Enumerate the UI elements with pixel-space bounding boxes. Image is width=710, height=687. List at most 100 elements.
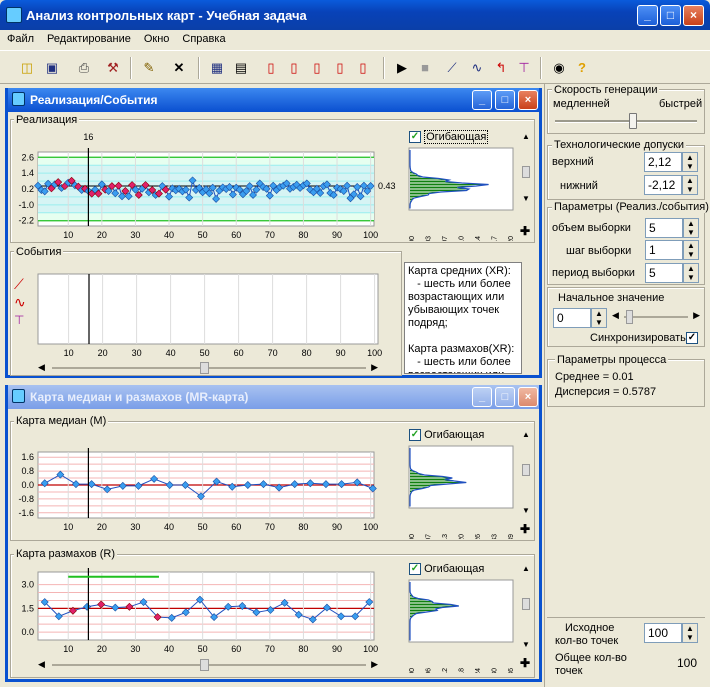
lower-tolerance-spinner[interactable]: ▲ ▼ xyxy=(682,175,698,195)
scroll-right-icon[interactable]: ▶ xyxy=(371,362,378,373)
sample-size-spinner[interactable]: ▲ ▼ xyxy=(683,218,699,238)
scroll-thumb[interactable] xyxy=(522,166,530,178)
histogram-tick-label: 0.36 xyxy=(508,668,515,673)
move-cross-icon[interactable]: ✚ xyxy=(520,522,530,536)
mr-close-button[interactable]: × xyxy=(518,387,538,407)
delete-icon[interactable]: ✕ xyxy=(170,59,188,77)
envelope-checkbox[interactable]: ✓ xyxy=(409,429,421,442)
sample-step-field[interactable]: 1 xyxy=(645,240,683,260)
median-vscroll[interactable]: ▲ ▼ ✚ xyxy=(519,428,533,540)
initial-points-spinner[interactable]: ▲ ▼ xyxy=(682,623,698,643)
x-tick-label: 100 xyxy=(363,230,378,240)
mr-minimize-button[interactable]: _ xyxy=(472,387,492,407)
range-envelope-toggle[interactable]: ✓ Огибающая xyxy=(409,563,484,576)
save-icon[interactable]: ▣ xyxy=(43,59,61,77)
mr-maximize-button[interactable]: □ xyxy=(495,387,515,407)
distribution-icon[interactable]: ⊤ xyxy=(515,59,533,77)
scroll-down-icon[interactable]: ▼ xyxy=(522,506,530,515)
x-tick-label: 100 xyxy=(367,348,382,358)
line-trend-icon[interactable]: ⟋ xyxy=(443,59,461,77)
scroll-thumb[interactable] xyxy=(200,362,209,374)
realization-envelope-toggle[interactable]: ✓ Огибающая xyxy=(409,130,489,144)
events-chart[interactable]: 10 20 30 40 50 60 70 80 90 100 xyxy=(36,272,392,360)
stop-icon[interactable]: ■ xyxy=(416,59,434,77)
histogram-tick-label: 0.12 xyxy=(442,668,449,673)
envelope-checkbox[interactable]: ✓ xyxy=(409,131,421,144)
range-vscroll[interactable]: ▲ ▼ ✚ xyxy=(519,562,533,674)
initial-value-field[interactable]: 0 xyxy=(553,308,591,328)
move-cross-icon[interactable]: ✚ xyxy=(520,656,530,670)
sync-checkbox[interactable]: ✓ xyxy=(686,332,698,345)
scroll-up-icon[interactable]: ▲ xyxy=(522,132,530,141)
range-chart[interactable]: 3.0 1.5 0.0 10 20 30 40 50 60 70 80 90 100 xyxy=(12,562,404,658)
realization-vscroll[interactable]: ▲ ▼ ✚ xyxy=(519,130,533,242)
wave-icon: ∿ xyxy=(14,294,26,310)
chart-doc-3-icon[interactable]: ▯ xyxy=(308,59,326,77)
scroll-down-icon[interactable]: ▼ xyxy=(522,194,530,203)
realization-close-button[interactable]: × xyxy=(518,90,538,110)
maximize-button[interactable]: □ xyxy=(660,5,681,26)
speed-slider-thumb[interactable] xyxy=(628,113,637,129)
events-scrollbar[interactable]: ◀ ▶ xyxy=(38,362,378,374)
step-chart-icon[interactable]: ↰ xyxy=(492,59,510,77)
scroll-down-icon[interactable]: ▼ xyxy=(522,640,530,649)
document-icon[interactable]: ▤ xyxy=(232,59,250,77)
scroll-thumb[interactable] xyxy=(522,598,530,610)
chart-doc-5-icon[interactable]: ▯ xyxy=(354,59,372,77)
median-chart[interactable]: 1.6 0.8 0.0 -0.8 -1.6 10 20 30 40 50 60 70 80 90 100 xyxy=(12,428,404,540)
move-cross-icon[interactable]: ✚ xyxy=(520,224,530,238)
menu-file[interactable]: Файл xyxy=(0,30,40,45)
scroll-up-icon[interactable]: ▲ xyxy=(522,564,530,573)
chart-doc-4-icon[interactable]: ▯ xyxy=(331,59,349,77)
upper-tolerance-field[interactable]: 2,12 xyxy=(644,152,682,172)
menu-edit[interactable]: Редактирование xyxy=(40,30,137,45)
mr-scrollbar[interactable]: ◀ ▶ xyxy=(38,659,378,671)
initial-points-field[interactable]: 100 xyxy=(644,623,682,643)
sample-size-field[interactable]: 5 xyxy=(645,218,683,238)
slider-left-icon[interactable]: ◀ xyxy=(612,310,619,321)
sample-period-spinner[interactable]: ▲ ▼ xyxy=(683,263,699,283)
upper-tolerance-spinner[interactable]: ▲ ▼ xyxy=(682,152,698,172)
info-vscroll[interactable] xyxy=(522,262,536,374)
histogram-tick-label: 0.00 xyxy=(409,668,416,673)
wave-icon[interactable]: ∿ xyxy=(468,59,486,77)
slider-right-icon[interactable]: ▶ xyxy=(693,310,700,321)
lower-tolerance-field[interactable]: -2,12 xyxy=(644,175,682,195)
play-icon[interactable]: ▶ xyxy=(393,59,411,77)
scroll-left-icon[interactable]: ◀ xyxy=(38,659,45,670)
chart-doc-1-icon[interactable]: ▯ xyxy=(262,59,280,77)
realization-minimize-button[interactable]: _ xyxy=(472,90,492,110)
minimize-button[interactable]: _ xyxy=(637,5,658,26)
sample-step-spinner[interactable]: ▲ ▼ xyxy=(683,240,699,260)
y-tick-label: 1.4 xyxy=(21,168,34,178)
chart-doc-2-icon[interactable]: ▯ xyxy=(285,59,303,77)
settings-tools-icon[interactable]: ⚒ xyxy=(104,59,122,77)
realization-group-label: Реализация xyxy=(14,114,80,126)
sample-period-field[interactable]: 5 xyxy=(645,263,683,283)
edit-icon[interactable]: ✎ xyxy=(140,59,158,77)
initial-value-slider[interactable]: ◀ ▶ xyxy=(612,310,700,324)
menu-help[interactable]: Справка xyxy=(175,30,231,45)
speed-slider[interactable] xyxy=(555,113,697,129)
menu-window[interactable]: Окно xyxy=(137,30,176,45)
scroll-left-icon[interactable]: ◀ xyxy=(38,362,45,373)
initial-value-spinner[interactable]: ▲ ▼ xyxy=(591,308,607,328)
print-icon[interactable]: ⎙ xyxy=(75,59,93,77)
histogram-tick-label: 0.14 xyxy=(475,236,482,241)
y-tick-label: -2.2 xyxy=(18,216,34,226)
scroll-thumb[interactable] xyxy=(522,464,530,476)
scroll-up-icon[interactable]: ▲ xyxy=(522,430,530,439)
slider-thumb[interactable] xyxy=(626,310,633,324)
scroll-right-icon[interactable]: ▶ xyxy=(371,659,378,670)
x-tick-label: 30 xyxy=(130,644,140,654)
table-icon[interactable]: ▦ xyxy=(208,59,226,77)
close-button[interactable]: × xyxy=(683,5,704,26)
camera-icon[interactable]: ◉ xyxy=(550,59,568,77)
realization-maximize-button[interactable]: □ xyxy=(495,90,515,110)
envelope-checkbox[interactable]: ✓ xyxy=(409,563,421,576)
open-folder-icon[interactable]: ◫ xyxy=(18,59,36,77)
scroll-thumb[interactable] xyxy=(200,659,209,671)
help-icon[interactable]: ? xyxy=(573,59,591,77)
realization-chart[interactable]: 2.6 1.4 0.2 -1.0 -2.2 10 20 30 40 50 60 70 80 90 100 16… xyxy=(12,128,404,240)
median-envelope-toggle[interactable]: ✓ Огибающая xyxy=(409,429,484,442)
